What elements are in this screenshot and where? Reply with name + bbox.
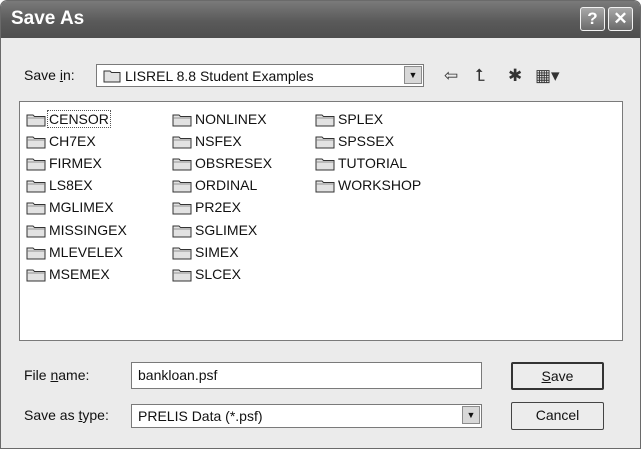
new-folder-icon[interactable]: ✱: [508, 66, 522, 86]
folder-icon: [26, 136, 46, 149]
folder-icon: [172, 225, 192, 237]
folder-icon: [26, 202, 46, 215]
up-one-level-icon[interactable]: ⮤: [475, 66, 485, 86]
save-in-dropdown[interactable]: LISREL 8.8 Student Examples ▼: [96, 64, 424, 87]
folder-name: SLCEX: [195, 265, 241, 282]
file-name-input[interactable]: bankloan.psf: [131, 362, 482, 389]
folder-name: CENSOR: [47, 110, 111, 128]
folder-icon: [315, 114, 335, 127]
folder-name: SGLIMEX: [195, 221, 258, 238]
folder-name: MISSINGEX: [49, 221, 127, 238]
folder-name: OBSRESEX: [195, 155, 273, 172]
folder-name: MSEMEX: [49, 265, 110, 282]
chevron-down-icon[interactable]: ▼: [462, 406, 480, 424]
folder-name: MGLIMEX: [49, 199, 114, 216]
file-list[interactable]: CENSOR CH7EX FIRMEX LS8EX MGLIMEX MISSINGEX ML…: [19, 101, 623, 341]
save-as-dialog: Save As ? ✕ Save in: LISREL 8.8 Student …: [0, 0, 641, 449]
folder-icon: [26, 269, 46, 282]
folder-name: PR2EX: [195, 199, 241, 216]
folder-name: TUTORIAL: [338, 155, 407, 172]
save-as-type-dropdown[interactable]: PRELIS Data (*.psf) ▼: [131, 404, 482, 428]
save-as-type-label: Save as type:: [24, 407, 109, 423]
folder-icon: [26, 180, 46, 193]
cancel-button[interactable]: Cancel: [511, 402, 604, 430]
folder-icon: [172, 136, 192, 149]
folder-icon: [172, 247, 192, 260]
folder-name: LS8EX: [49, 177, 93, 194]
close-button[interactable]: ✕: [608, 7, 633, 31]
folder-icon: [26, 247, 46, 260]
help-button[interactable]: ?: [580, 7, 605, 31]
folder-name: SPSSEX: [338, 133, 395, 150]
folder-name: NONLINEX: [195, 111, 267, 127]
view-menu-icon[interactable]: ▦▾: [535, 66, 560, 86]
folder-icon: [315, 136, 335, 149]
folder-name: CH7EX: [49, 133, 96, 150]
save-button[interactable]: Save: [511, 362, 604, 390]
folder-icon: [172, 114, 192, 127]
folder-icon: [172, 269, 192, 282]
save-as-type-value: PRELIS Data (*.psf): [138, 408, 263, 424]
folder-icon: [315, 158, 335, 171]
folder-name: MLEVELEX: [49, 243, 123, 260]
save-in-value: LISREL 8.8 Student Examples: [125, 68, 314, 84]
save-in-label: Save in:: [24, 67, 75, 83]
folder-icon: [172, 202, 192, 215]
folder-icon: [103, 70, 121, 83]
folder-icon: [172, 180, 192, 193]
folder-icon: [26, 114, 46, 127]
folder-name: NSFEX: [195, 133, 242, 150]
folder-name: ORDINAL: [195, 177, 258, 194]
folder-icon: [26, 158, 46, 171]
folder-name: WORKSHOP: [338, 177, 422, 194]
folder-icon: [172, 158, 192, 171]
folder-name: SPLEX: [338, 111, 384, 127]
folder-icon: [26, 225, 46, 237]
window-title: Save As: [11, 8, 85, 29]
folder-icon: [315, 180, 335, 193]
folder-name: SIMEX: [195, 243, 239, 260]
folder-name: FIRMEX: [49, 155, 102, 172]
chevron-down-icon[interactable]: ▼: [404, 66, 422, 84]
file-name-label: File name:: [24, 367, 90, 383]
title-bar[interactable]: Save As ? ✕: [1, 1, 640, 38]
back-arrow-icon[interactable]: ⇦: [444, 66, 458, 86]
